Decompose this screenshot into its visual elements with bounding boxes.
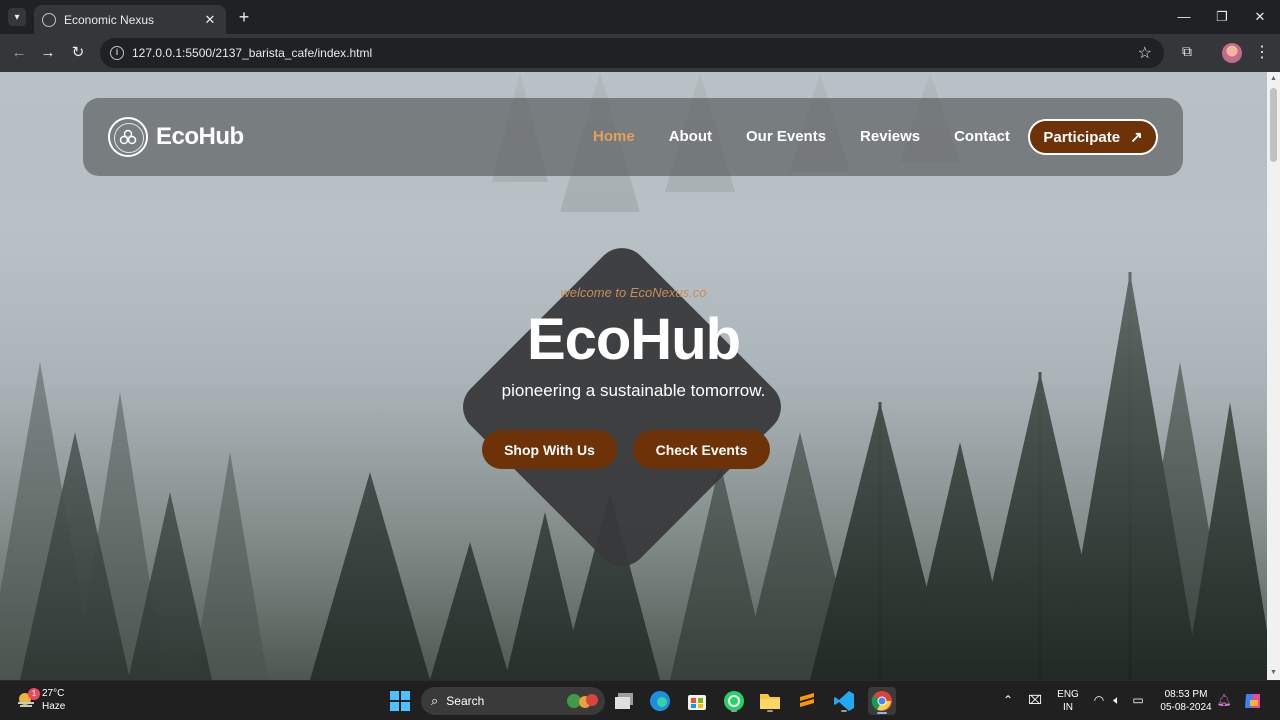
weather-badge: 1 xyxy=(28,688,40,700)
profile-avatar[interactable] xyxy=(1222,43,1242,63)
shop-with-us-button[interactable]: Shop With Us xyxy=(482,430,617,469)
chrome-icon[interactable] xyxy=(868,687,896,715)
wifi-icon[interactable]: ◠ xyxy=(1091,693,1107,707)
page-scrollbar[interactable]: ▲ ▼ xyxy=(1267,72,1280,680)
participate-label: Participate xyxy=(1043,128,1121,146)
forward-icon[interactable]: → xyxy=(37,42,59,64)
edge-icon[interactable] xyxy=(648,689,672,713)
weather-desc: Haze xyxy=(42,701,66,712)
bell-icon[interactable]: 🔔︎ xyxy=(1216,693,1232,707)
url-text[interactable]: 127.0.0.1:5500/2137_barista_cafe/index.h… xyxy=(132,46,1138,60)
site-logo[interactable]: EcoHub xyxy=(108,117,244,157)
kebab-menu-icon[interactable]: ⋮ xyxy=(1254,42,1270,62)
globe-icon xyxy=(42,12,56,27)
nav-our-events[interactable]: Our Events xyxy=(746,128,826,145)
clock[interactable]: 08:53 PM 05-08-2024 xyxy=(1154,688,1218,714)
browser-toolbar: ← → ↻ i 127.0.0.1:5500/2137_barista_cafe… xyxy=(0,34,1280,72)
nav-contact[interactable]: Contact xyxy=(954,128,1010,145)
meet-icon[interactable]: ⌧ xyxy=(1027,693,1043,707)
weather-temp: 27°C xyxy=(42,688,65,699)
scroll-up-icon[interactable]: ▲ xyxy=(1270,75,1277,83)
search-label: Search xyxy=(446,694,485,708)
search-icon: ⌕ xyxy=(431,693,439,708)
nav-links: Home About Our Events Reviews Contact xyxy=(593,128,1044,145)
folder-icon[interactable] xyxy=(758,689,782,713)
tab-title: Economic Nexus xyxy=(64,12,155,27)
hero-welcome: welcome to EcoNexus.co xyxy=(560,285,707,300)
battery-icon[interactable]: ▭ xyxy=(1130,693,1146,707)
vscode-icon[interactable] xyxy=(832,689,856,713)
arrow-up-right-icon: ↗ xyxy=(1130,129,1143,146)
lang-line-2: IN xyxy=(1063,702,1073,713)
clock-time: 08:53 PM xyxy=(1164,689,1208,700)
file-explorer-window-icon[interactable] xyxy=(612,689,636,713)
language-indicator[interactable]: ENG IN xyxy=(1054,688,1082,714)
windows-start-icon[interactable] xyxy=(388,689,412,713)
hero-subtitle: pioneering a sustainable tomorrow. xyxy=(501,381,766,400)
plus-icon[interactable]: + xyxy=(234,7,254,27)
whatsapp-icon[interactable] xyxy=(722,689,746,713)
haze-weather-icon: 1 xyxy=(16,688,40,710)
logo-text: EcoHub xyxy=(156,123,244,150)
store-icon[interactable] xyxy=(685,689,709,713)
participate-button[interactable]: Participate ↗ xyxy=(1028,119,1158,155)
minimize-icon[interactable]: — xyxy=(1166,6,1202,28)
tab-search-icon[interactable]: ▾ xyxy=(8,8,26,26)
taskbar-search[interactable]: ⌕ Search xyxy=(421,687,605,715)
copilot-icon[interactable] xyxy=(1241,689,1265,713)
volume-icon[interactable]: 🔈︎ xyxy=(1109,693,1125,708)
window-close-icon[interactable]: ✕ xyxy=(1242,6,1278,28)
browser-tab[interactable]: Economic Nexus ✕ xyxy=(34,5,226,34)
address-bar[interactable]: i 127.0.0.1:5500/2137_barista_cafe/index… xyxy=(100,38,1164,68)
star-icon[interactable]: ☆ xyxy=(1138,43,1152,63)
maximize-icon[interactable]: ❐ xyxy=(1204,6,1240,28)
scroll-thumb[interactable] xyxy=(1270,88,1277,162)
lang-line-1: ENG xyxy=(1057,689,1079,700)
leaf-logo-icon xyxy=(108,117,148,157)
search-highlight-icon xyxy=(565,692,599,710)
check-events-button[interactable]: Check Events xyxy=(633,430,770,469)
clock-date: 05-08-2024 xyxy=(1160,702,1212,713)
nav-reviews[interactable]: Reviews xyxy=(860,128,920,145)
hero-title: EcoHub xyxy=(526,307,741,372)
scroll-down-icon[interactable]: ▼ xyxy=(1270,669,1277,677)
reload-icon[interactable]: ↻ xyxy=(67,42,89,64)
chevron-up-icon[interactable]: ⌃ xyxy=(1000,693,1016,707)
windows-taskbar: 1 27°C Haze ⌕ Search ⌃ ⌧ ENG IN ◠ 🔈︎ ▭ 0… xyxy=(0,680,1280,720)
tab-bar: ▾ Economic Nexus ✕ + — ❐ ✕ xyxy=(0,0,1280,34)
back-icon[interactable]: ← xyxy=(8,42,30,64)
page-viewport: EcoHub Home About Our Events Reviews Con… xyxy=(0,72,1267,680)
sublime-icon[interactable] xyxy=(795,689,819,713)
site-navbar: EcoHub Home About Our Events Reviews Con… xyxy=(83,98,1183,176)
extensions-icon[interactable]: ⧉ xyxy=(1178,43,1196,61)
nav-about[interactable]: About xyxy=(669,128,712,145)
close-icon[interactable]: ✕ xyxy=(202,12,218,28)
nav-home[interactable]: Home xyxy=(593,128,635,145)
info-icon[interactable]: i xyxy=(110,46,124,60)
weather-widget[interactable]: 1 27°C Haze xyxy=(16,687,65,713)
